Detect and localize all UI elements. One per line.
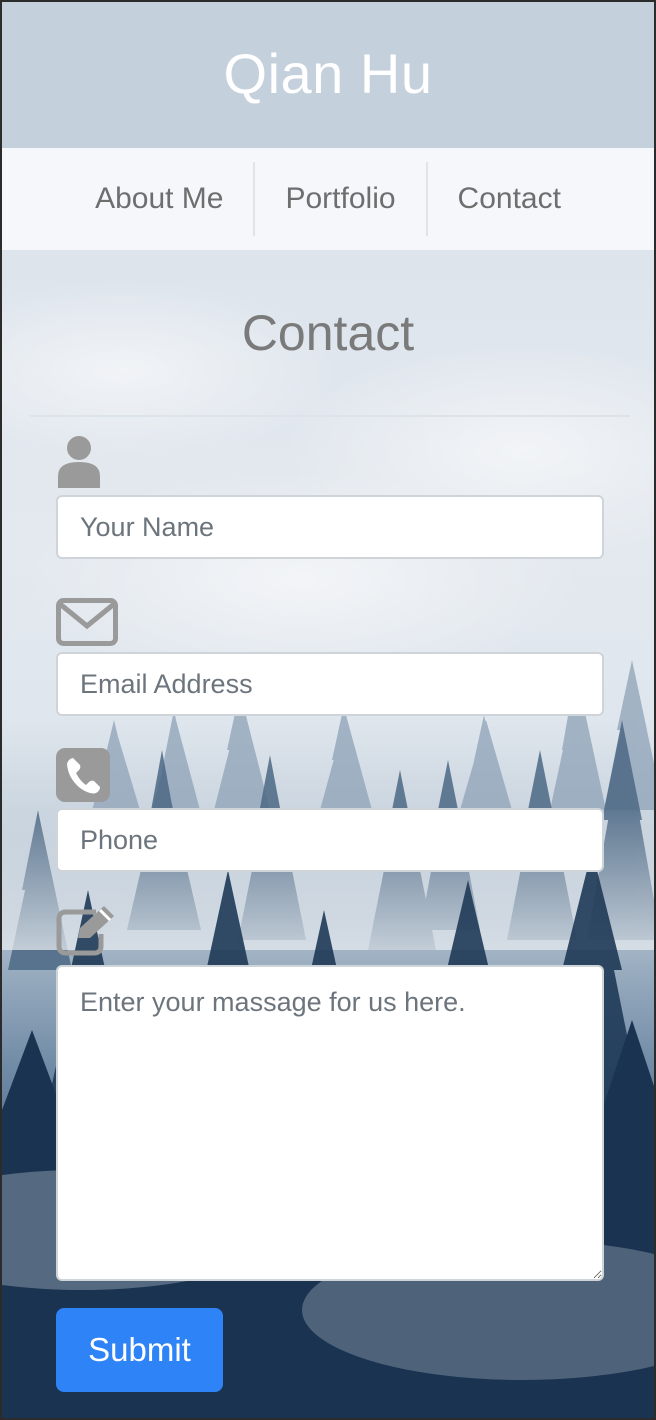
site-title: Qian Hu — [223, 41, 433, 105]
phone-icon — [56, 748, 110, 807]
nav-item-contact[interactable]: Contact — [425, 162, 591, 236]
phone-input[interactable] — [56, 808, 604, 872]
message-textarea[interactable] — [56, 965, 604, 1281]
browser-frame: Qian Hu About Me Portfolio Contact Conta… — [0, 0, 656, 1420]
section-title: Contact — [241, 305, 415, 361]
name-input[interactable] — [56, 495, 604, 559]
edit-icon — [56, 904, 118, 961]
divider — [30, 415, 630, 417]
submit-button[interactable]: Submit — [56, 1308, 223, 1392]
nav-item-about-me[interactable]: About Me — [65, 162, 253, 236]
main-nav: About Me Portfolio Contact — [2, 148, 654, 250]
email-input[interactable] — [56, 652, 604, 716]
user-icon — [56, 434, 102, 493]
site-header: Qian Hu — [2, 2, 654, 148]
nav-item-portfolio[interactable]: Portfolio — [253, 162, 425, 236]
envelope-icon — [56, 598, 118, 651]
